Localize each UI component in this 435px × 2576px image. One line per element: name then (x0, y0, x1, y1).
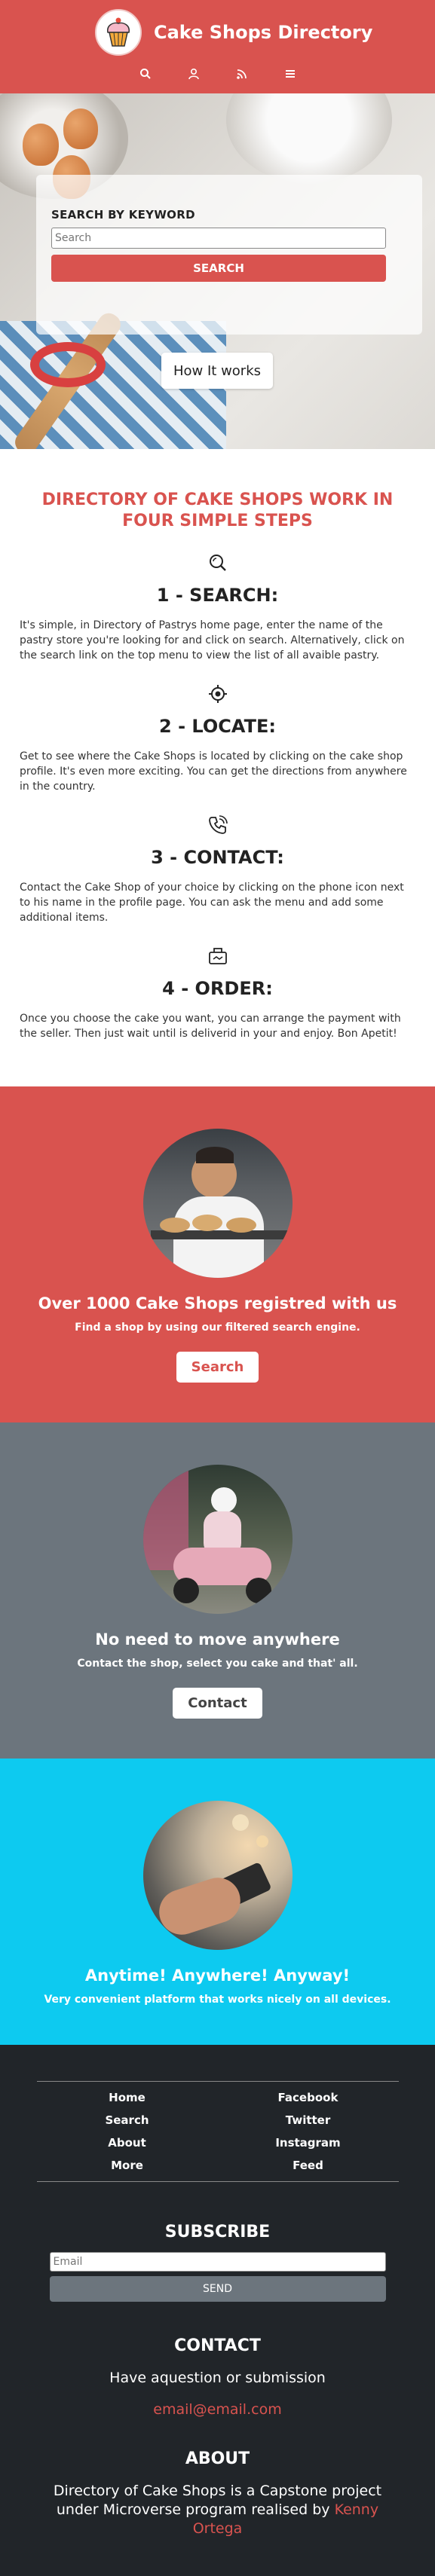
about-text: Directory of Cake Shops is a Capstone pr… (0, 2482, 435, 2538)
promo-anytime-heading: Anytime! Anywhere! Anyway! (84, 1966, 351, 1985)
about-block: ABOUT Directory of Cake Shops is a Capst… (0, 2449, 435, 2538)
user-icon[interactable] (185, 65, 203, 83)
search-icon (20, 553, 415, 574)
promo-contact-section: No need to move anywhere Contact the sho… (0, 1422, 435, 1759)
hero-egg-image (23, 124, 59, 166)
footer-divider (36, 2181, 399, 2182)
promo-search-text: Find a shop by using our filtered search… (75, 1322, 360, 1334)
hero-section: SEARCH BY KEYWORD SEARCH How It works (0, 93, 435, 449)
cupcake-logo-icon[interactable] (95, 9, 142, 56)
brand[interactable]: Cake Shops Directory (95, 9, 372, 56)
menu-icon[interactable] (281, 65, 299, 83)
search-button[interactable]: SEARCH (51, 255, 386, 282)
promo-search-heading: Over 1000 Cake Shops registred with us (38, 1294, 397, 1312)
site-footer: Home Facebook Search Twitter About Insta… (0, 2045, 435, 2576)
top-nav (0, 65, 435, 83)
subscribe-title: SUBSCRIBE (164, 2223, 271, 2241)
about-text-body: Directory of Cake Shops is a Capstone pr… (53, 2483, 382, 2518)
step-heading: 2 - LOCATE: (159, 716, 276, 737)
promo-search-section: Over 1000 Cake Shops registred with us F… (0, 1086, 435, 1422)
hero-flour-bowl-image (226, 93, 392, 184)
footer-link-feed[interactable]: Feed (218, 2159, 399, 2172)
steps-title: DIRECTORY OF CAKE SHOPS WORK IN FOUR SIM… (41, 490, 394, 530)
how-it-works-button[interactable]: How It works (161, 353, 273, 389)
hero-egg-image (63, 108, 98, 149)
footer-link-more[interactable]: More (37, 2159, 218, 2172)
footer-link-home[interactable]: Home (37, 2091, 218, 2104)
footer-link-twitter[interactable]: Twitter (218, 2113, 399, 2127)
contact-email-wrap: email@email.com (0, 2401, 435, 2418)
scooter-photo (142, 1465, 293, 1614)
step-text: Once you choose the cake you want, you c… (20, 1013, 401, 1040)
promo-contact-text: Contact the shop, select you cake and th… (77, 1658, 358, 1670)
footer-links: Home Facebook Search Twitter About Insta… (37, 2091, 399, 2172)
contact-block: CONTACT Have aquestion or submission ema… (0, 2336, 435, 2418)
footer-divider (36, 2081, 399, 2082)
send-button[interactable]: SEND (49, 2276, 386, 2302)
hero-cutter-image (30, 342, 106, 387)
promo-contact-button[interactable]: Contact (173, 1688, 262, 1719)
baker-photo (142, 1129, 293, 1278)
phone-hand-photo (142, 1801, 293, 1950)
site-title[interactable]: Cake Shops Directory (154, 22, 372, 43)
search-icon[interactable] (136, 65, 155, 83)
search-panel: SEARCH BY KEYWORD SEARCH (36, 175, 422, 335)
step-heading: 1 - SEARCH: (156, 585, 279, 606)
promo-contact-heading: No need to move anywhere (95, 1630, 340, 1649)
footer-link-facebook[interactable]: Facebook (218, 2091, 399, 2104)
footer-link-instagram[interactable]: Instagram (218, 2136, 399, 2150)
step-text: Contact the Cake Shop of your choice by … (20, 882, 404, 924)
site-header: Cake Shops Directory (0, 0, 435, 93)
promo-anytime-section: Anytime! Anywhere! Anyway! Very convenie… (0, 1759, 435, 2045)
promo-search-button[interactable]: Search (176, 1352, 259, 1383)
contact-title: CONTACT (174, 2336, 261, 2355)
locate-icon (20, 684, 415, 705)
search-input[interactable] (51, 228, 386, 249)
email-field[interactable] (49, 2252, 386, 2272)
step-text: Get to see where the Cake Shops is locat… (20, 750, 407, 793)
box-icon (20, 946, 415, 967)
step-heading: 4 - ORDER: (162, 978, 273, 999)
steps-section: DIRECTORY OF CAKE SHOPS WORK IN FOUR SIM… (0, 449, 435, 1086)
footer-link-search[interactable]: Search (37, 2113, 218, 2127)
subscribe-block: SUBSCRIBE SEND (0, 2223, 435, 2302)
phone-icon (20, 815, 415, 836)
footer-link-about[interactable]: About (37, 2136, 218, 2150)
about-title: ABOUT (185, 2449, 250, 2468)
promo-anytime-text: Very convenient platform that works nice… (44, 1994, 391, 2006)
rss-icon[interactable] (233, 65, 251, 83)
step-text: It's simple, in Directory of Pastrys hom… (20, 619, 405, 662)
step-heading: 3 - CONTACT: (151, 847, 284, 868)
contact-text: Have aquestion or submission (109, 2370, 326, 2386)
contact-email-link[interactable]: email@email.com (153, 2401, 281, 2418)
search-label: SEARCH BY KEYWORD (51, 208, 195, 222)
